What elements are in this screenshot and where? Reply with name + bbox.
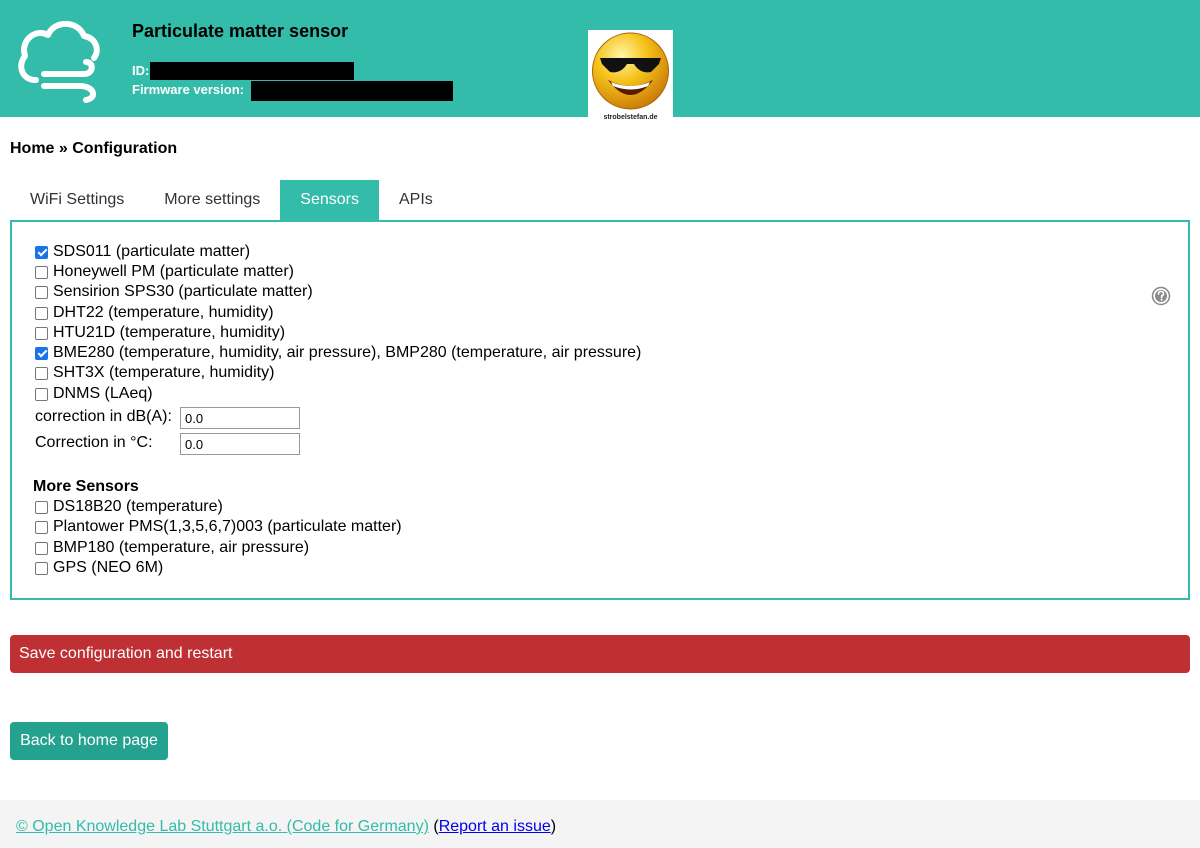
sensor-row[interactable]: HTU21D (temperature, humidity)	[35, 323, 285, 343]
sunglasses-smiley-icon	[592, 32, 669, 110]
page-footer: © Open Knowledge Lab Stuttgart a.o. (Cod…	[0, 800, 1200, 848]
copyright-link[interactable]: © Open Knowledge Lab Stuttgart a.o. (Cod…	[16, 818, 429, 835]
report-issue-link[interactable]: Report an issue	[439, 818, 551, 835]
sensor-checkbox-dnms[interactable]	[35, 387, 48, 401]
breadcrumb: Home » Configuration	[10, 140, 178, 157]
sensor-checkbox-bmp180[interactable]	[35, 541, 48, 555]
sensor-label: Honeywell PM (particulate matter)	[53, 263, 294, 280]
page-title: Particulate matter sensor	[132, 21, 349, 41]
sensor-row[interactable]: Plantower PMS(1,3,5,6,7)003 (particulate…	[35, 517, 402, 537]
dba-correction-label: correction in dB(A):	[35, 408, 172, 425]
sensor-checkbox-honeywell[interactable]	[35, 265, 48, 279]
sensor-checkbox-sps30[interactable]	[35, 285, 48, 299]
footer-text: © Open Knowledge Lab Stuttgart a.o. (Cod…	[16, 818, 556, 836]
sensor-checkbox-bme280[interactable]	[35, 346, 48, 360]
sensor-label: Sensirion SPS30 (particulate matter)	[53, 283, 313, 300]
sensor-row[interactable]: Sensirion SPS30 (particulate matter)	[35, 282, 313, 302]
tab-apis[interactable]: APIs	[379, 180, 453, 220]
back-home-button[interactable]: Back to home page	[10, 722, 168, 760]
footer-open-paren: (	[428, 818, 439, 835]
sensor-row[interactable]: BMP180 (temperature, air pressure)	[35, 538, 309, 558]
firmware-label: Firmware version:	[132, 82, 244, 97]
sensor-label: SDS011 (particulate matter)	[53, 243, 251, 260]
brand-logo: strobelstefan.de	[588, 30, 673, 126]
device-id-label: ID:	[132, 63, 150, 78]
sensor-checkbox-plantower[interactable]	[35, 520, 48, 534]
sensor-checkbox-gps[interactable]	[35, 561, 48, 575]
sensor-row[interactable]: DHT22 (temperature, humidity)	[35, 303, 274, 323]
sensor-label: SHT3X (temperature, humidity)	[53, 364, 275, 381]
tab-sensors[interactable]: Sensors	[280, 180, 379, 220]
sensor-row[interactable]: DS18B20 (temperature)	[35, 497, 223, 517]
sensor-label: DS18B20 (temperature)	[53, 498, 223, 515]
logo-caption: strobelstefan.de	[603, 114, 658, 121]
sensor-row[interactable]: BME280 (temperature, humidity, air press…	[35, 343, 641, 363]
sensor-row[interactable]: Honeywell PM (particulate matter)	[35, 262, 294, 282]
sensor-checkbox-sds011[interactable]	[35, 245, 48, 259]
redacted-firmware	[251, 81, 453, 101]
sensor-row[interactable]: DNMS (LAeq)	[35, 384, 153, 404]
sensor-label: GPS (NEO 6M)	[53, 559, 164, 576]
temp-correction-input[interactable]	[180, 433, 300, 455]
more-sensors-heading: More Sensors	[33, 478, 139, 495]
sensor-row[interactable]: GPS (NEO 6M)	[35, 558, 163, 578]
tab-bar: WiFi Settings More settings Sensors APIs	[10, 180, 453, 220]
dba-correction-input[interactable]	[180, 407, 300, 429]
tab-wifi-settings[interactable]: WiFi Settings	[10, 180, 144, 220]
sensor-label: DNMS (LAeq)	[53, 385, 153, 402]
tab-more-settings[interactable]: More settings	[144, 180, 280, 220]
sensor-row[interactable]: SDS011 (particulate matter)	[35, 242, 250, 262]
footer-close-paren: )	[550, 818, 557, 835]
sensor-row[interactable]: SHT3X (temperature, humidity)	[35, 363, 274, 383]
sensor-checkbox-htu21d[interactable]	[35, 326, 48, 340]
redacted-id	[150, 62, 354, 80]
sensor-checkbox-ds18b20[interactable]	[35, 500, 48, 514]
sensor-label: DHT22 (temperature, humidity)	[53, 304, 274, 321]
sensor-label: Plantower PMS(1,3,5,6,7)003 (particulate…	[53, 518, 402, 535]
sensor-label: BME280 (temperature, humidity, air press…	[53, 344, 642, 361]
sensor-label: BMP180 (temperature, air pressure)	[53, 539, 310, 556]
page-header: Particulate matter sensor ID: Firmware v…	[0, 0, 1200, 126]
sensor-checkbox-sht3x[interactable]	[35, 366, 48, 380]
cloud-wind-icon	[18, 20, 100, 103]
sensor-checkbox-dht22[interactable]	[35, 306, 48, 320]
save-restart-button[interactable]: Save configuration and restart	[10, 635, 1190, 673]
sensors-panel: SDS011 (particulate matter) Honeywell PM…	[10, 220, 1190, 600]
sensor-label: HTU21D (temperature, humidity)	[53, 324, 286, 341]
help-icon[interactable]	[1151, 286, 1171, 306]
temp-correction-label: Correction in °C:	[35, 434, 153, 451]
